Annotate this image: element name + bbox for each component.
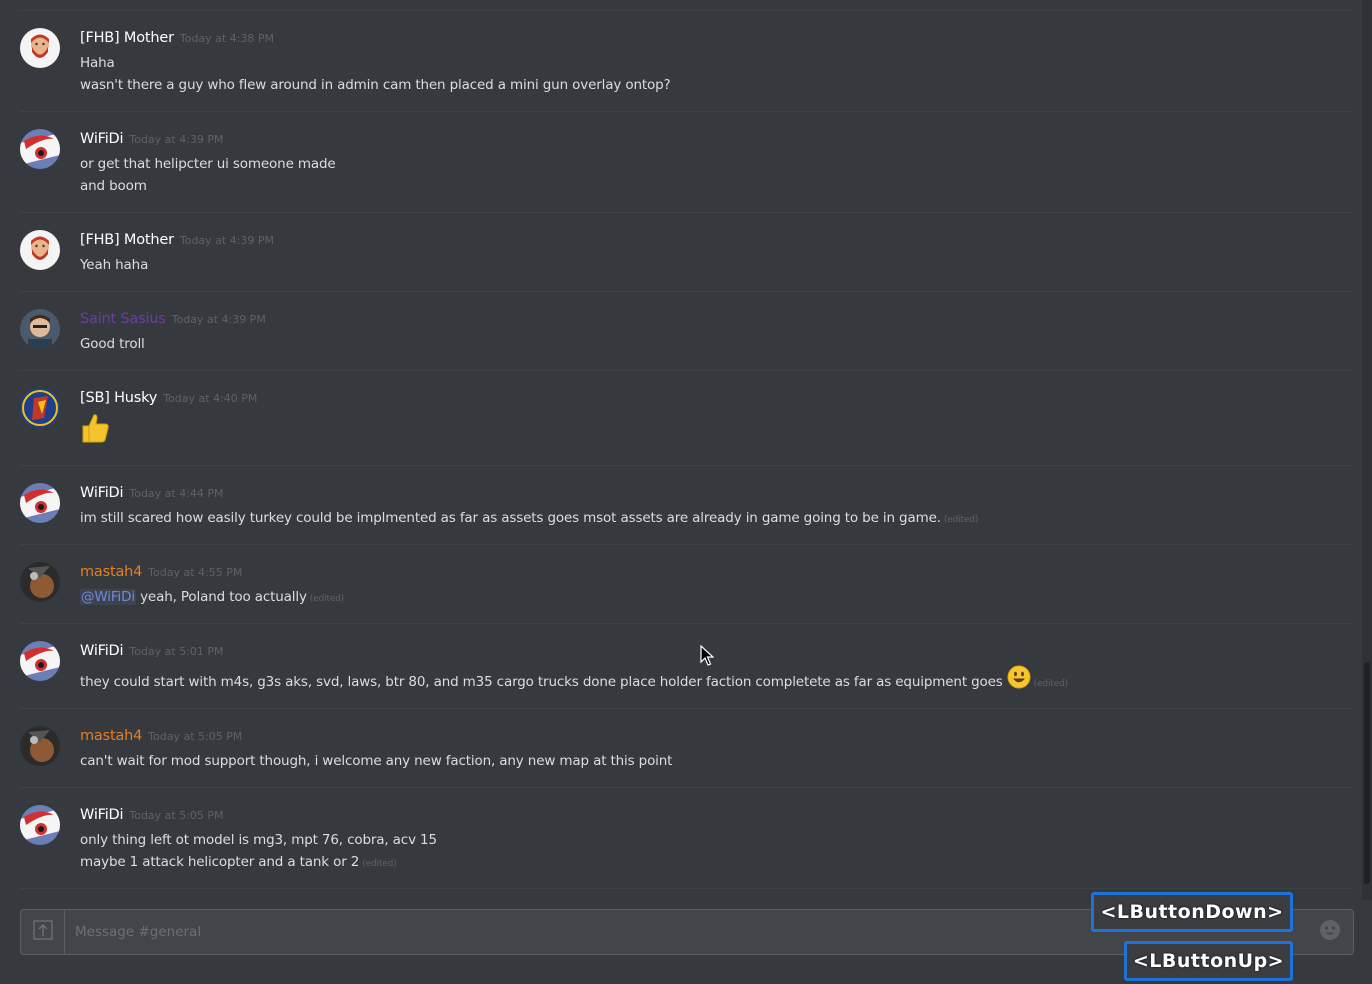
message-group: WiFiDi Today at 5:05 PM only thing left ot… — [20, 787, 1352, 889]
username[interactable]: [SB] Husky — [80, 390, 157, 406]
message-group: mastah4 Today at 4:55 PM @WiFiDi yeah, Pol… — [20, 544, 1352, 623]
timestamp: Today at 4:39 PM — [129, 133, 224, 146]
message-content: they could start with m4s, g3s aks, svd,… — [80, 674, 1003, 690]
username[interactable]: WiFiDi — [80, 807, 124, 823]
username[interactable]: mastah4 — [80, 564, 142, 580]
message-content: im still scared how easily turkey could … — [80, 510, 941, 526]
timestamp: Today at 5:01 PM — [129, 645, 224, 658]
emoji-picker-icon — [1319, 919, 1341, 945]
message-group: [FHB] Mother Today at 4:38 PM Haha wasn't t… — [20, 10, 1352, 111]
emoji-button[interactable] — [1307, 910, 1353, 954]
message-text: Yeah haha — [80, 254, 1352, 276]
message-group: WiFiDi Today at 4:44 PM im still scared ho… — [20, 465, 1352, 544]
message-list[interactable]: [FHB] Mother Today at 4:38 PM Haha wasn't t… — [0, 0, 1362, 900]
avatar[interactable] — [20, 483, 60, 523]
message-group: Saint Sasius Today at 4:39 PM Good troll — [20, 291, 1352, 370]
lbuttonup-overlay: <LButtonUp> — [1124, 941, 1293, 981]
username[interactable]: [FHB] Mother — [80, 232, 174, 248]
message-content: can't wait for mod support though, i wel… — [80, 753, 673, 769]
avatar[interactable] — [20, 388, 60, 428]
edited-tag: (edited) — [943, 515, 979, 525]
message-group: [FHB] Mother Today at 4:39 PM Yeah haha — [20, 212, 1352, 291]
upload-button[interactable] — [21, 910, 65, 954]
timestamp: Today at 5:05 PM — [148, 730, 243, 743]
message-text: @WiFiDi yeah, Poland too actually (edited… — [80, 586, 1352, 608]
timestamp: Today at 4:44 PM — [129, 487, 224, 500]
timestamp: Today at 4:40 PM — [163, 392, 258, 405]
username[interactable]: mastah4 — [80, 728, 142, 744]
avatar[interactable] — [20, 562, 60, 602]
avatar[interactable] — [20, 309, 60, 349]
message-group: [SB] Husky Today at 4:40 PM — [20, 370, 1352, 465]
message-group: WiFiDi Today at 4:39 PM or get that helipc… — [20, 111, 1352, 212]
avatar[interactable] — [20, 726, 60, 766]
message-content: only thing left ot model is mg3, mpt 76,… — [80, 832, 437, 848]
message-text — [80, 412, 1352, 448]
message-text: or get that helipcter ui someone made — [80, 153, 1352, 175]
message-group: mastah4 Today at 5:05 PM can't wait for mo… — [20, 708, 1352, 787]
message-group: WiFiDi Today at 5:01 PM they could start w… — [20, 623, 1352, 708]
message-text: im still scared how easily turkey could … — [80, 507, 1352, 529]
upload-icon — [32, 919, 54, 945]
avatar[interactable] — [20, 805, 60, 845]
message-content: yeah, Poland too actually — [135, 589, 307, 605]
message-text: Good troll — [80, 333, 1352, 355]
message-text: maybe 1 attack helicopter and a tank or … — [80, 851, 1352, 873]
message-content: Good troll — [80, 336, 145, 352]
scrollbar[interactable] — [1362, 0, 1372, 900]
username[interactable]: WiFiDi — [80, 485, 124, 501]
username[interactable]: Saint Sasius — [80, 311, 166, 327]
message-text: Haha — [80, 52, 1352, 74]
edited-tag: (edited) — [309, 594, 345, 604]
avatar[interactable] — [20, 28, 60, 68]
edited-tag: (edited) — [362, 859, 397, 869]
message-text: can't wait for mod support though, i wel… — [80, 750, 1352, 772]
timestamp: Today at 4:38 PM — [179, 32, 275, 45]
edited-tag: (edited) — [1033, 679, 1069, 689]
timestamp: Today at 4:39 PM — [171, 313, 266, 326]
message-content: wasn't there a guy who flew around in ad… — [80, 77, 671, 93]
scrollbar-thumb[interactable] — [1364, 662, 1370, 884]
user-mention[interactable]: @WiFiDi — [80, 589, 136, 605]
message-content: and boom — [80, 178, 147, 194]
message-text: only thing left ot model is mg3, mpt 76,… — [80, 829, 1352, 851]
timestamp: Today at 4:55 PM — [148, 566, 243, 579]
message-content: maybe 1 attack helicopter and a tank or … — [80, 854, 360, 870]
message-text: they could start with m4s, g3s aks, svd,… — [80, 665, 1352, 693]
message-text: wasn't there a guy who flew around in ad… — [80, 74, 1352, 96]
message-content: Haha — [80, 55, 115, 71]
avatar[interactable] — [20, 641, 60, 681]
message-content: Yeah haha — [80, 257, 149, 273]
mouse-cursor-icon — [700, 644, 715, 671]
avatar[interactable] — [20, 230, 60, 270]
username[interactable]: WiFiDi — [80, 131, 124, 147]
avatar[interactable] — [20, 129, 60, 169]
timestamp: Today at 5:05 PM — [129, 809, 224, 822]
timestamp: Today at 4:39 PM — [179, 234, 275, 247]
username[interactable]: WiFiDi — [80, 643, 124, 659]
lbuttondown-overlay: <LButtonDown> — [1091, 892, 1293, 932]
divider — [20, 888, 1352, 889]
message-content: or get that helipcter ui someone made — [80, 156, 336, 172]
message-text: and boom — [80, 175, 1352, 197]
thumbs-up-emoji — [80, 412, 112, 458]
chat-window: [FHB] Mother Today at 4:38 PM Haha wasn't t… — [0, 0, 1372, 984]
smiley-emoji — [1007, 665, 1031, 699]
username[interactable]: [FHB] Mother — [80, 30, 174, 46]
